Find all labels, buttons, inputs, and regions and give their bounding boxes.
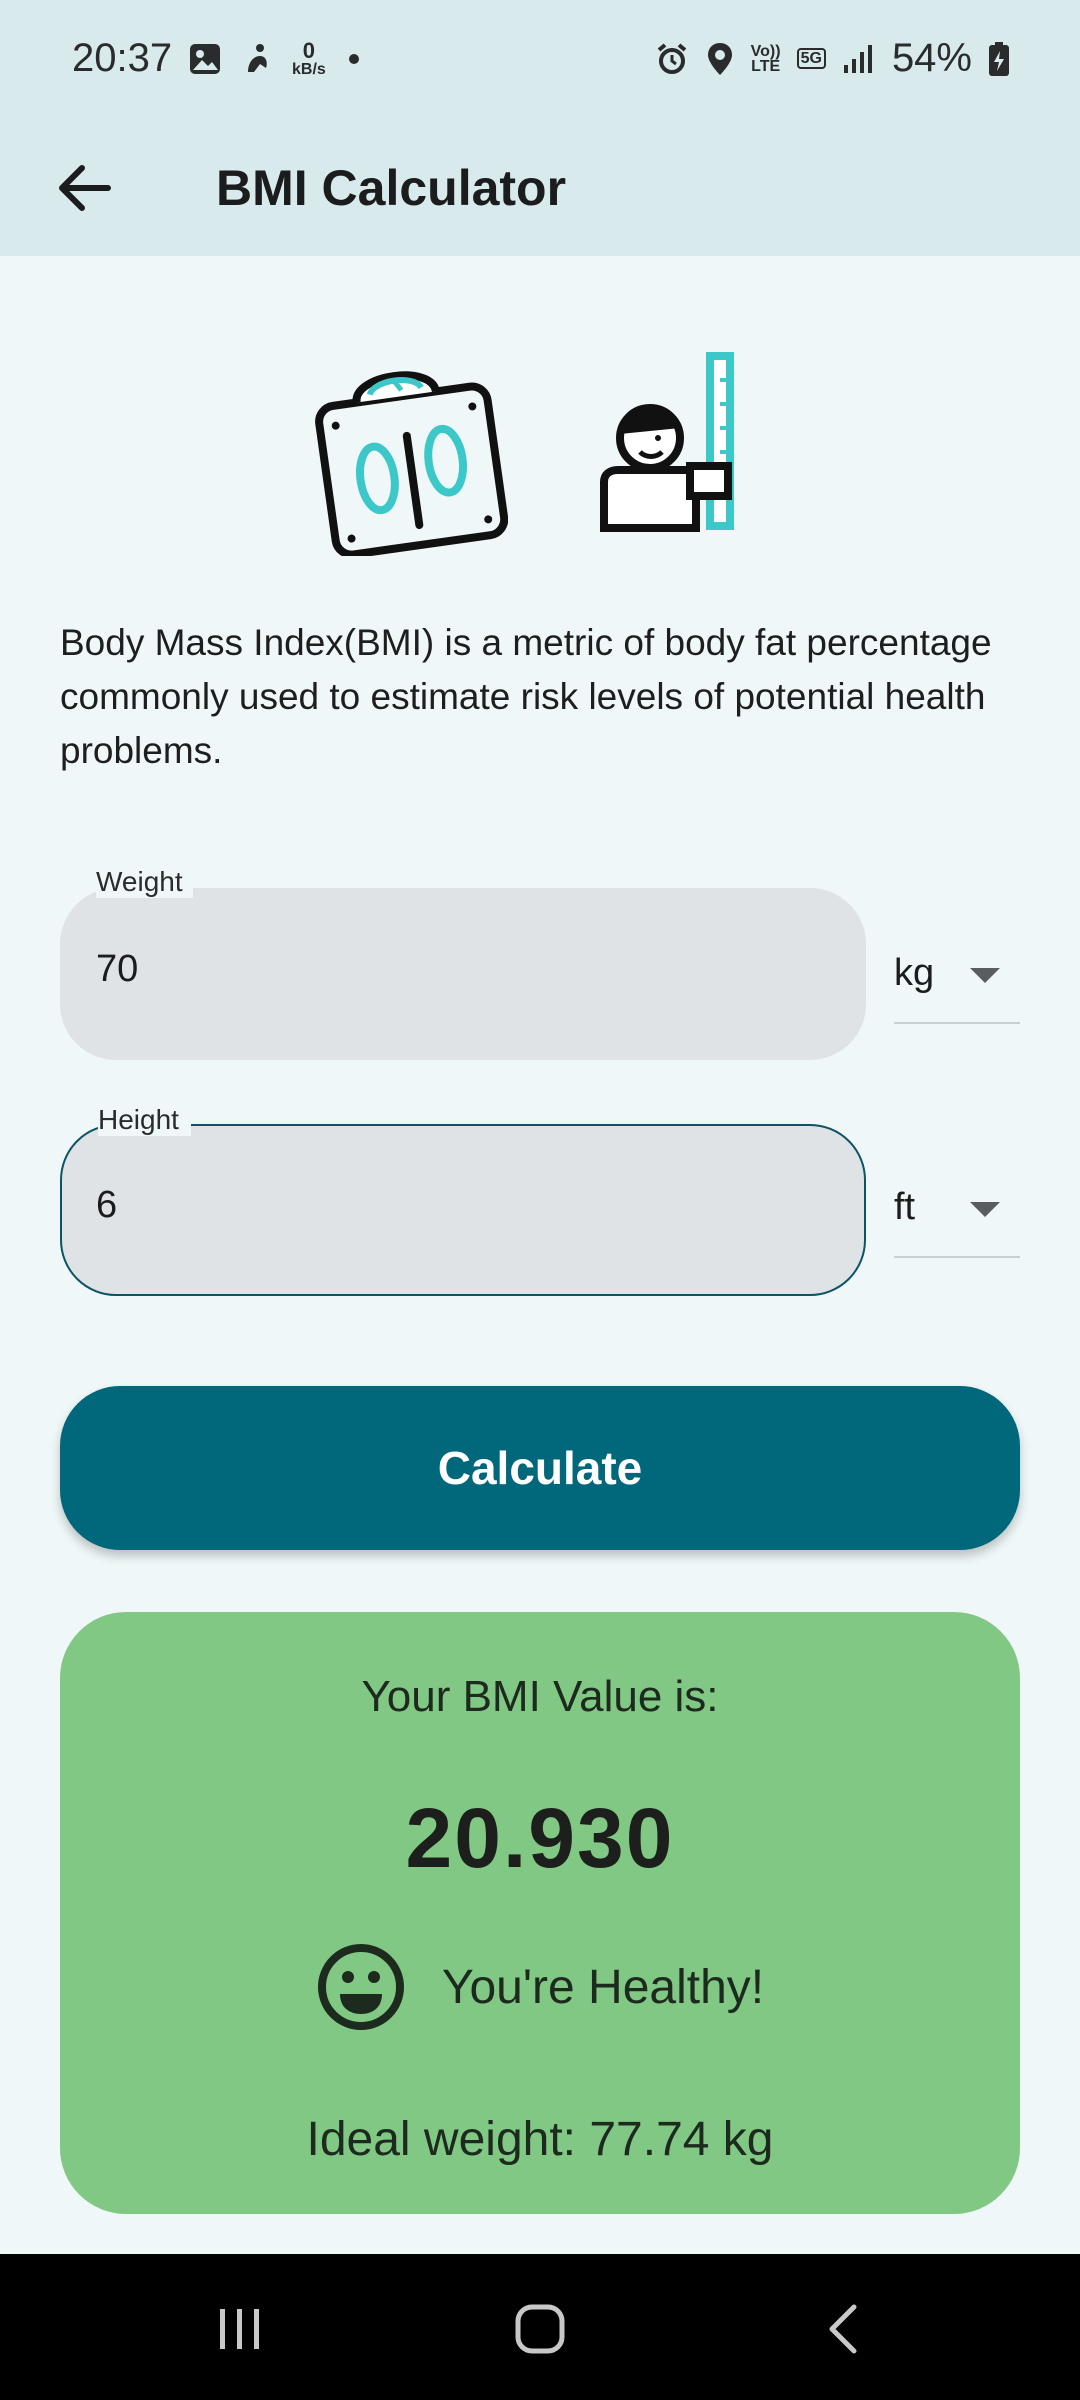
- height-unit-value: ft: [894, 1186, 916, 1228]
- bmi-value: 20.930: [405, 1791, 675, 1885]
- result-card: Your BMI Value is: 20.930 You're Healthy…: [60, 1612, 1020, 2214]
- height-label: Height: [98, 1104, 191, 1136]
- calculate-button[interactable]: Calculate: [60, 1386, 1020, 1550]
- height-measure-icon: [600, 352, 734, 532]
- battery-percent: 54%: [891, 36, 972, 80]
- location-icon: [707, 42, 732, 75]
- app-bar: BMI Calculator: [0, 120, 1080, 256]
- recents-button[interactable]: [200, 2294, 280, 2364]
- smiley-face-icon: [317, 1944, 404, 2030]
- notification-dot-icon: [348, 54, 359, 64]
- system-nav-bar: [0, 2254, 1080, 2400]
- net-speed-indicator: 0 kB/s: [292, 40, 326, 78]
- nav-back-button[interactable]: [804, 2294, 884, 2364]
- network-type-indicator: 5G: [796, 48, 826, 69]
- net-speed-value: 0: [302, 38, 316, 63]
- signal-icon: [843, 44, 872, 73]
- height-field[interactable]: Height 6: [60, 1104, 866, 1296]
- back-button[interactable]: [44, 148, 124, 228]
- page-title: BMI Calculator: [216, 160, 567, 216]
- weight-value: 70: [96, 948, 139, 990]
- volte-top: Vo)): [750, 42, 781, 60]
- height-value: 6: [96, 1184, 118, 1226]
- health-status: You're Healthy!: [441, 1960, 765, 2014]
- bmi-illustrations: [300, 350, 780, 560]
- weight-unit-dropdown[interactable]: kg: [894, 950, 1020, 1024]
- status-right-icons: Vo)) LTE 5G 54%: [655, 36, 1010, 81]
- weight-unit-value: kg: [894, 952, 935, 994]
- height-unit-dropdown[interactable]: ft: [894, 1184, 1020, 1258]
- alarm-icon: [657, 42, 686, 74]
- recents-icon: [220, 2309, 259, 2349]
- result-heading: Your BMI Value is:: [361, 1672, 719, 1721]
- accessibility-icon: [248, 44, 267, 72]
- status-bar: 20:37 0 kB/s Vo)) LTE 5G 54%: [0, 0, 1080, 120]
- network-type: 5G: [800, 50, 822, 67]
- home-icon: [515, 2304, 565, 2354]
- result-status: You're Healthy!: [60, 1942, 1020, 2032]
- dropdown-arrow-icon: [970, 968, 1000, 983]
- weight-label: Weight: [96, 866, 193, 898]
- status-time: 20:37: [72, 36, 173, 80]
- status-left-icons: 0 kB/s: [188, 40, 364, 78]
- gallery-icon: [190, 44, 220, 74]
- home-button[interactable]: [500, 2294, 580, 2364]
- scale-icon: [315, 371, 508, 556]
- arrow-back-icon: [59, 165, 111, 211]
- weight-field[interactable]: Weight 70: [60, 866, 866, 1060]
- volte-indicator: Vo)) LTE: [750, 42, 781, 75]
- dropdown-arrow-icon: [970, 1202, 1000, 1217]
- nav-back-icon: [829, 2304, 857, 2354]
- bmi-description: Body Mass Index(BMI) is a metric of body…: [60, 622, 992, 771]
- volte-bottom: LTE: [751, 57, 781, 75]
- calculate-label: Calculate: [437, 1442, 643, 1494]
- net-speed-unit: kB/s: [292, 61, 326, 78]
- battery-charging-icon: [989, 41, 1009, 76]
- ideal-weight: Ideal weight: 77.74 kg: [306, 2113, 774, 2166]
